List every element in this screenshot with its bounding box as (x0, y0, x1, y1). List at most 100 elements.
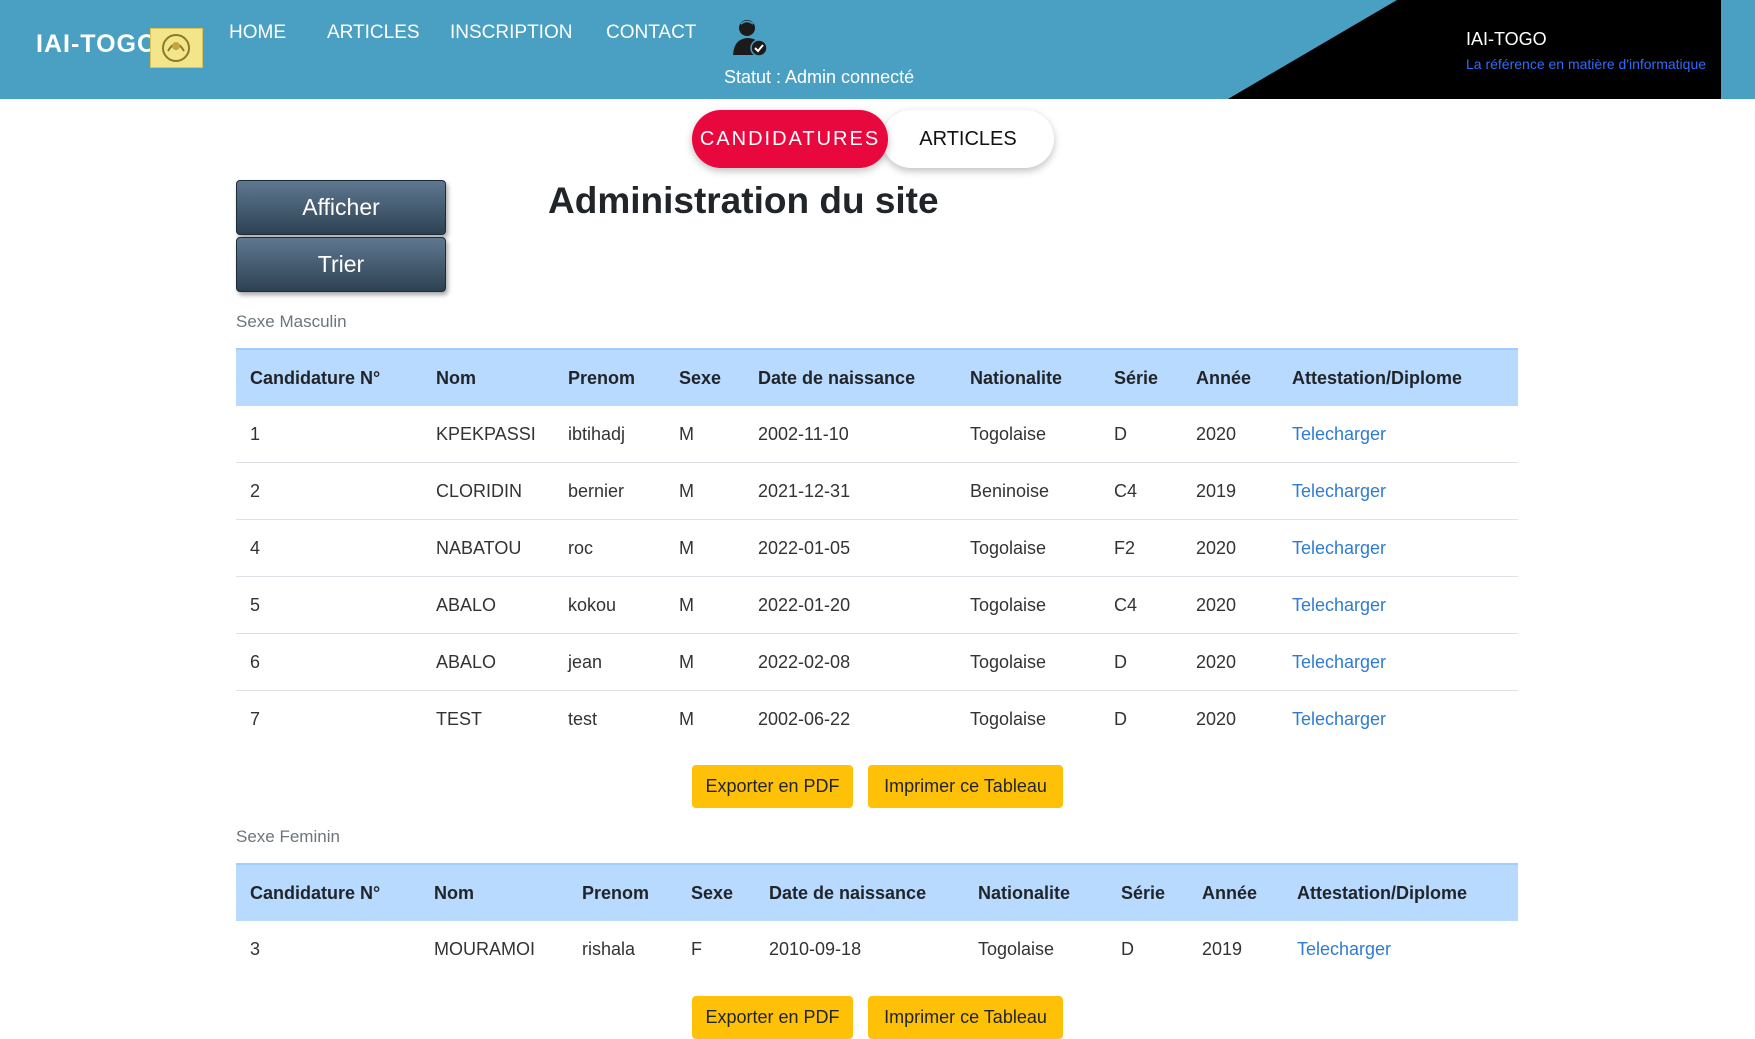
cell-annee: 2020 (1182, 406, 1278, 463)
cell-annee: 2020 (1182, 519, 1278, 577)
col-header-nom: Nom (422, 348, 554, 406)
nav-inscription[interactable]: INSCRIPTION (450, 22, 572, 44)
cell-annee: 2019 (1202, 938, 1243, 959)
cell-sexe: M (679, 708, 694, 729)
download-link[interactable]: Telecharger (1292, 538, 1386, 558)
table-header-row: Candidature N° Nom Prenom Sexe Date de n… (236, 348, 1518, 406)
col-header-sexe: Sexe (665, 348, 744, 406)
nav-contact[interactable]: CONTACT (606, 22, 696, 44)
cell-nationalite: Togolaise (956, 633, 1100, 691)
cell-prenom: rishala (582, 938, 636, 959)
page-title: Administration du site (548, 180, 939, 221)
download-link[interactable]: Telecharger (1292, 481, 1386, 501)
cell-attestation: Telecharger (1278, 519, 1518, 577)
cell-nationalite: Togolaise (956, 406, 1100, 463)
col-header-sexe: Sexe (677, 863, 755, 921)
show-button[interactable]: Afficher (236, 180, 446, 235)
download-link[interactable]: Telecharger (1292, 709, 1386, 729)
cell-nationalite: Togolaise (956, 576, 1100, 634)
male-candidates-table: Candidature N° Nom Prenom Sexe Date de n… (236, 348, 1518, 747)
corner-brand-title: IAI-TOGO (1466, 29, 1547, 49)
cell-prenom: bernier (554, 462, 665, 520)
cell-annee: 2020 (1182, 633, 1278, 691)
download-link[interactable]: Telecharger (1292, 595, 1386, 615)
cell-serie: C4 (1100, 462, 1182, 520)
cell-attestation: Telecharger (1278, 691, 1518, 748)
print-table-button-male[interactable]: Imprimer ce Tableau (868, 765, 1063, 808)
cell-attestation: Telecharger (1278, 462, 1518, 520)
cell-number: 4 (236, 519, 422, 577)
cell-annee: 2020 (1196, 708, 1237, 729)
col-header-serie: Série (1107, 863, 1188, 921)
cell-sexe: M (665, 406, 744, 463)
cell-annee: 2020 (1182, 576, 1278, 634)
cell-serie: D (1121, 938, 1134, 959)
col-header-attestation: Attestation/Diplome (1283, 863, 1518, 921)
cell-prenom: test (568, 708, 598, 729)
table-row: 1 KPEKPASSI ibtihadj M 2002-11-10 Togola… (236, 406, 1518, 463)
cell-serie: F2 (1100, 519, 1182, 577)
admin-user-check-icon[interactable] (731, 17, 769, 57)
cell-number: 1 (236, 406, 422, 463)
admin-status-text: Statut : Admin connecté (724, 67, 915, 87)
brand-name[interactable]: IAI-TOGO (36, 30, 157, 59)
cell-serie: D (1100, 633, 1182, 691)
nav-home[interactable]: HOME (229, 22, 286, 44)
cell-date: 2002-11-10 (744, 406, 956, 463)
cell-prenom: kokou (554, 576, 665, 634)
col-header-date: Date de naissance (744, 348, 956, 406)
cell-prenom: ibtihadj (554, 406, 665, 463)
col-header-number: Candidature N° (236, 863, 420, 921)
col-header-number: Candidature N° (236, 348, 422, 406)
table-row: 5 ABALO kokou M 2022-01-20 Togolaise C4 … (236, 576, 1518, 634)
col-header-prenom: Prenom (554, 348, 665, 406)
cell-serie: C4 (1100, 576, 1182, 634)
cell-nom: KPEKPASSI (422, 406, 554, 463)
col-header-date: Date de naissance (755, 863, 964, 921)
cell-number: 7 (250, 708, 261, 729)
cell-attestation: Telecharger (1283, 921, 1518, 977)
cell-nationalite: Togolaise (956, 519, 1100, 577)
cell-date: 2002-06-22 (758, 708, 851, 729)
cell-attestation: Telecharger (1278, 576, 1518, 634)
cell-number: 6 (236, 633, 422, 691)
download-link[interactable]: Telecharger (1292, 652, 1386, 672)
col-header-annee: Année (1188, 863, 1283, 921)
cell-nom: ABALO (422, 633, 554, 691)
download-link[interactable]: Telecharger (1292, 424, 1386, 444)
col-header-annee: Année (1182, 348, 1278, 406)
col-header-nom: Nom (420, 863, 568, 921)
top-navbar: IAI-TOGO HOME ARTICLES INSCRIPTION CONTA… (0, 0, 1755, 99)
tab-articles[interactable]: ARTICLES (882, 110, 1054, 168)
tab-candidatures[interactable]: CANDIDATURES (692, 110, 888, 168)
cell-nom: ABALO (422, 576, 554, 634)
cell-sexe: M (665, 576, 744, 634)
cell-attestation: Telecharger (1278, 633, 1518, 691)
sort-button[interactable]: Trier (236, 237, 446, 292)
male-section-label: Sexe Masculin (236, 312, 347, 331)
table-row: 4 NABATOU roc M 2022-01-05 Togolaise F2 … (236, 519, 1518, 577)
table-row: 3 MOURAMOI rishala F 2010-09-18 Togolais… (236, 921, 1518, 977)
cell-nom: NABATOU (422, 519, 554, 577)
export-pdf-button-female[interactable]: Exporter en PDF (692, 996, 853, 1039)
table-row: 6 ABALO jean M 2022-02-08 Togolaise D 20… (236, 633, 1518, 691)
cell-date: 2010-09-18 (769, 938, 862, 959)
cell-number: 3 (250, 938, 261, 959)
cell-sexe: F (691, 938, 702, 959)
cell-nationalite: Beninoise (956, 462, 1100, 520)
col-header-prenom: Prenom (568, 863, 677, 921)
cell-date: 2022-01-20 (744, 576, 956, 634)
female-section-label: Sexe Feminin (236, 827, 340, 846)
cell-date: 2022-01-05 (744, 519, 956, 577)
cell-number: 5 (236, 576, 422, 634)
cell-serie: D (1114, 708, 1127, 729)
col-header-nationalite: Nationalite (956, 348, 1100, 406)
nav-articles[interactable]: ARTICLES (327, 22, 420, 44)
cell-prenom: roc (554, 519, 665, 577)
corner-tagline: La référence en matière d'informatique (1466, 56, 1707, 72)
female-candidates-table: Candidature N° Nom Prenom Sexe Date de n… (236, 863, 1518, 977)
logo-icon[interactable] (150, 28, 203, 68)
export-pdf-button-male[interactable]: Exporter en PDF (692, 765, 853, 808)
download-link[interactable]: Telecharger (1297, 939, 1391, 959)
print-table-button-female[interactable]: Imprimer ce Tableau (868, 996, 1063, 1039)
